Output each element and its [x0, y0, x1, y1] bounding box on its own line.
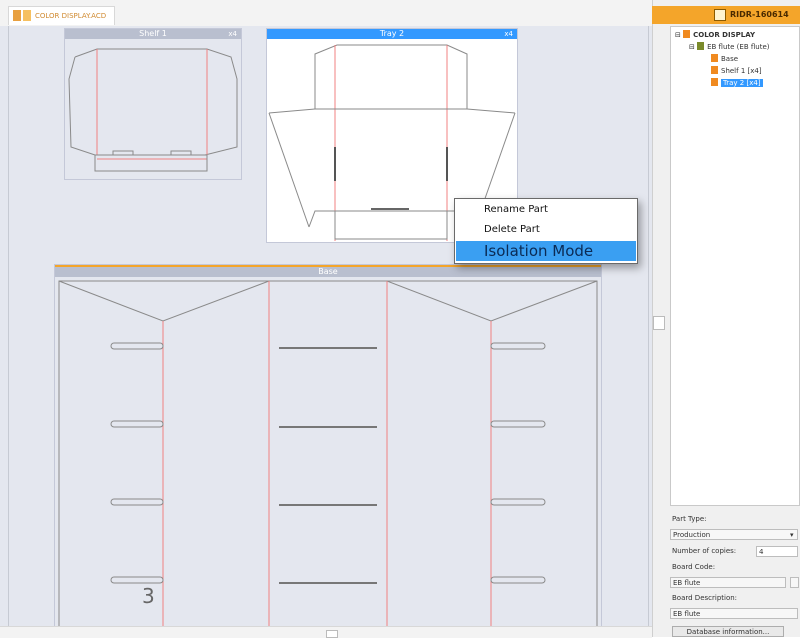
folder-icon	[13, 10, 21, 21]
panel-splitter-handle[interactable]	[653, 316, 665, 330]
tree-root-label: COLOR DISPLAY	[693, 31, 756, 39]
tree-shelf-label: Shelf 1 [x4]	[721, 67, 762, 75]
part-type-label: Part Type:	[672, 515, 707, 523]
part-tree[interactable]: ⊟ COLOR DISPLAY ⊟ EB flute (EB flute) Ba…	[670, 26, 800, 506]
part-type-select[interactable]: Production	[670, 529, 798, 540]
expand-icon[interactable]: ⊟	[675, 31, 681, 39]
tree-node-root[interactable]: ⊟ COLOR DISPLAY	[675, 30, 755, 40]
menu-item-isolation-mode[interactable]: Isolation Mode	[456, 241, 636, 261]
document-tab-label: COLOR DISPLAY.ACD	[35, 12, 107, 20]
project-code: RIDR-160614	[730, 10, 789, 19]
part-shelf[interactable]: Shelf 1 x4	[64, 28, 242, 180]
part-icon	[711, 54, 718, 62]
copies-input[interactable]: 4	[756, 546, 798, 557]
document-icon	[23, 10, 31, 21]
canvas-divider	[648, 26, 649, 637]
menu-item-delete-part[interactable]: Delete Part	[456, 220, 636, 240]
page-number: 3	[142, 584, 155, 608]
context-menu: Rename Part Delete Part Isolation Mode	[454, 198, 638, 264]
expand-icon[interactable]: ⊟	[689, 43, 695, 51]
board-description-field[interactable]: EB flute	[670, 608, 798, 619]
board-code-label: Board Code:	[672, 563, 716, 571]
part-base[interactable]: Base	[54, 264, 602, 628]
board-code-browse-button[interactable]	[790, 577, 799, 588]
tree-node-shelf[interactable]: Shelf 1 [x4]	[711, 66, 762, 76]
tree-node-tray[interactable]: Tray 2 [x4]	[711, 78, 763, 88]
database-info-button[interactable]: Database information...	[672, 626, 784, 637]
document-tab[interactable]: COLOR DISPLAY.ACD	[8, 6, 116, 25]
tree-tray-label: Tray 2 [x4]	[721, 79, 763, 87]
board-code-field[interactable]: EB flute	[670, 577, 786, 588]
chevron-down-icon[interactable]: ▾	[790, 530, 794, 540]
tree-base-label: Base	[721, 55, 739, 63]
menu-item-rename-part[interactable]: Rename Part	[456, 200, 636, 220]
tree-flute-label: EB flute (EB flute)	[707, 43, 770, 51]
part-base-drawing	[58, 280, 598, 627]
copies-label: Number of copies:	[672, 547, 737, 555]
document-icon	[683, 30, 691, 38]
part-icon	[711, 66, 718, 74]
tree-node-flute[interactable]: ⊟ EB flute (EB flute)	[689, 42, 770, 52]
board-icon	[697, 42, 705, 50]
part-shelf-drawing	[68, 48, 238, 172]
tree-node-base[interactable]: Base	[711, 54, 738, 64]
board-description-label: Board Description:	[672, 594, 738, 602]
project-icon	[714, 9, 726, 21]
part-icon	[711, 78, 718, 86]
canvas-divider	[8, 26, 9, 637]
